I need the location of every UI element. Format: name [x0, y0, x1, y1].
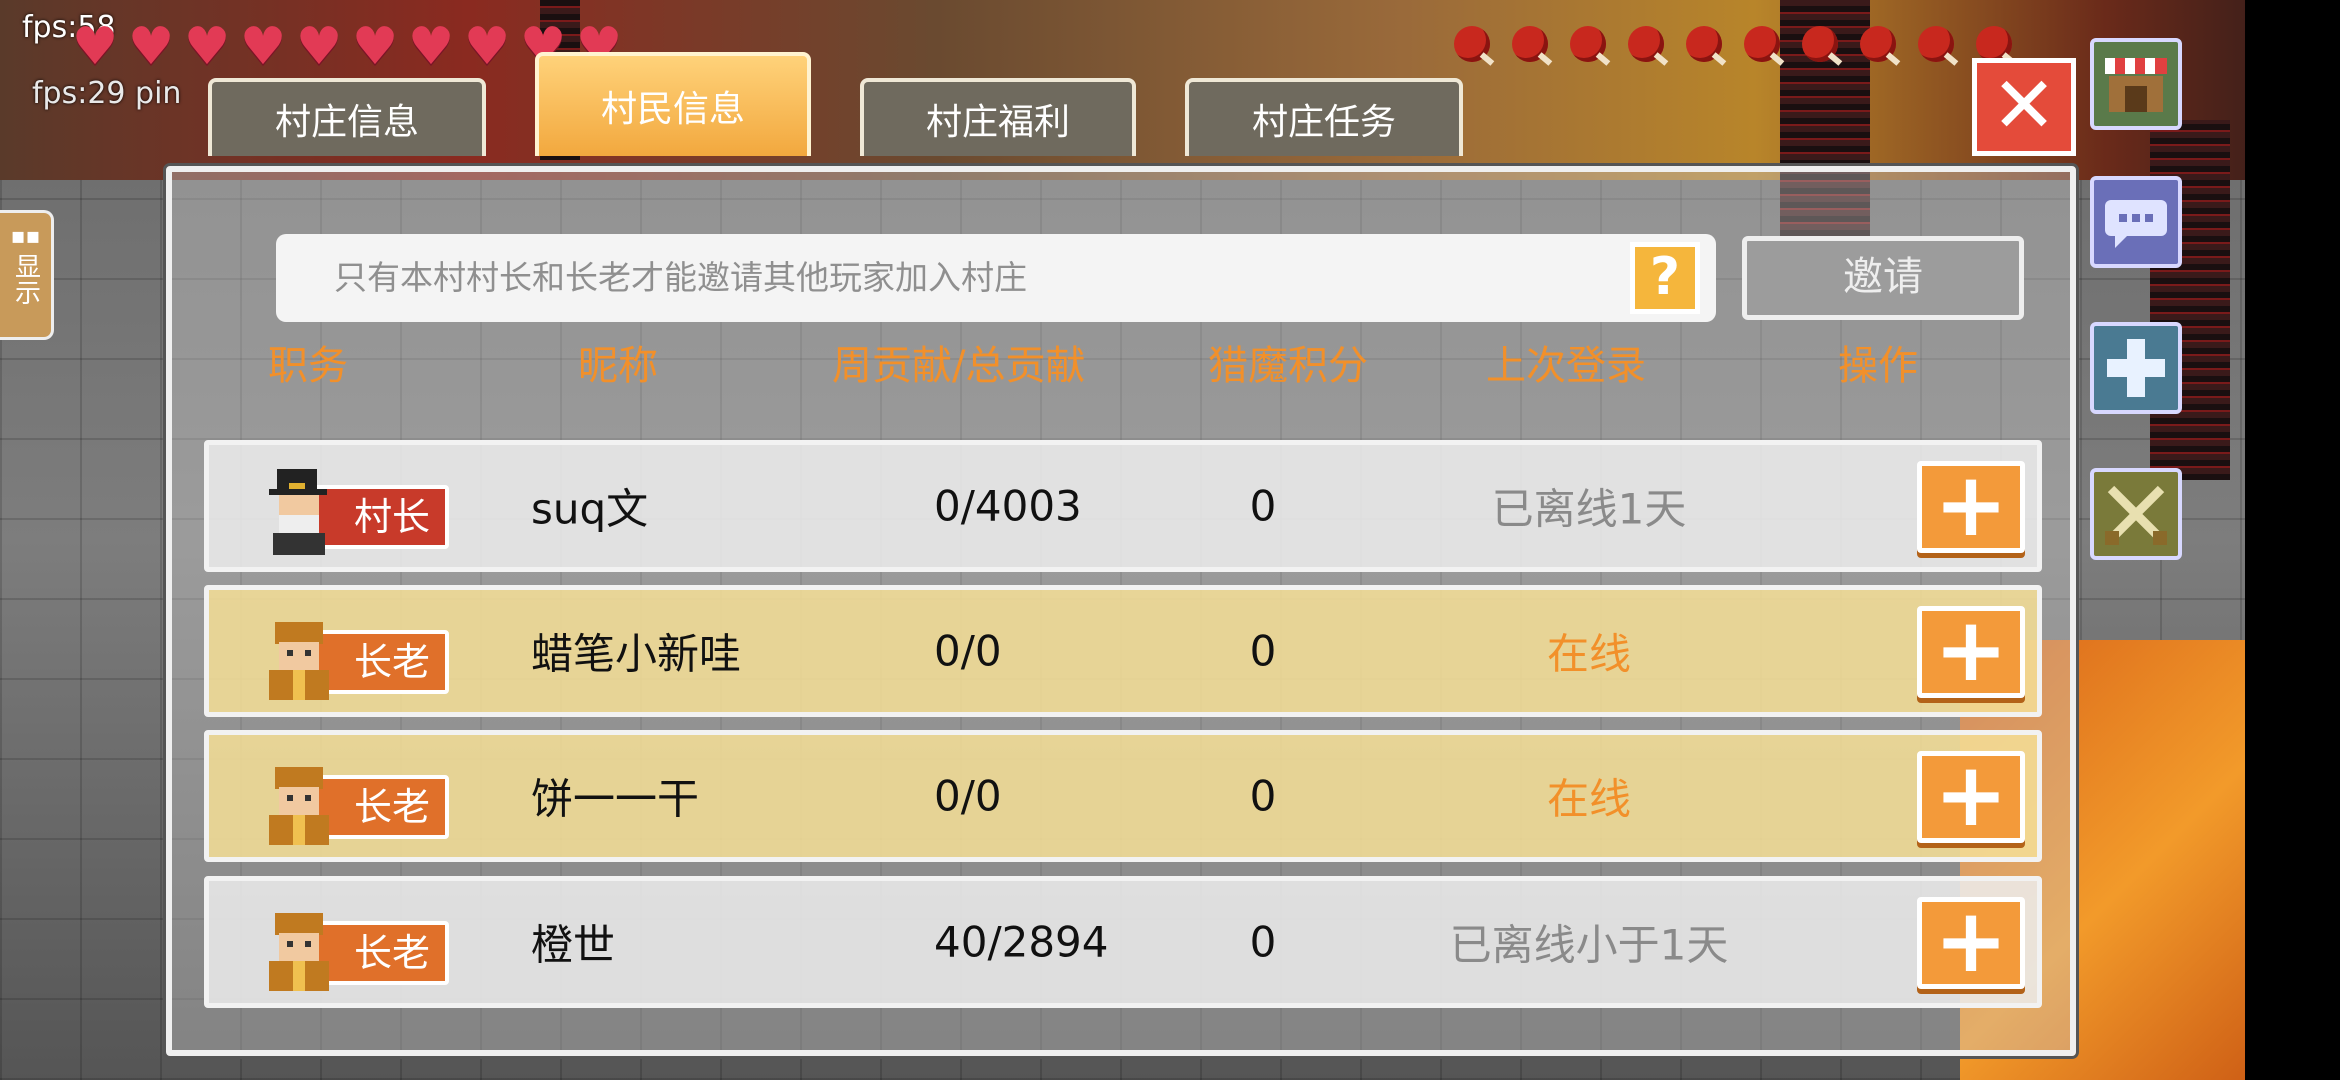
meat-icon: [1624, 22, 1676, 74]
heart-icon: ♥: [239, 17, 287, 77]
meat-icon: [1682, 22, 1734, 74]
heart-icon: ♥: [71, 17, 119, 77]
village-chief-avatar-icon: [269, 469, 327, 555]
role-badge: 长老: [263, 895, 453, 999]
meat-icon: [1450, 22, 1502, 74]
member-last-login: 在线: [1546, 629, 1632, 679]
meat-icon: [1740, 22, 1792, 74]
member-row: 村长 suq文 0/4003 0 已离线1天 +: [204, 440, 2042, 572]
heart-icon: ♥: [295, 17, 343, 77]
heart-icon: ♥: [351, 17, 399, 77]
shop-icon: [2105, 58, 2167, 112]
member-action-button[interactable]: +: [1917, 897, 2025, 989]
meat-icon: [1914, 22, 1966, 74]
member-last-login: 已离线小于1天: [1449, 920, 1729, 970]
shop-button[interactable]: [2090, 38, 2182, 130]
member-contribution: 0/4003: [934, 481, 1082, 531]
tab-village-benefits[interactable]: 村庄福利: [860, 78, 1136, 156]
tab-village-info[interactable]: 村庄信息: [208, 78, 486, 156]
invite-button[interactable]: 邀请: [1742, 236, 2024, 320]
member-row: 长老 饼一一干 0/0 0 在线 +: [204, 730, 2042, 862]
plus-icon: [2107, 339, 2165, 397]
elder-avatar-icon: [269, 767, 329, 845]
member-name: suq文: [531, 484, 649, 534]
invite-notice: 只有本村村长和长老才能邀请其他玩家加入村庄: [276, 234, 1716, 322]
show-chat-label: 显示: [10, 253, 41, 305]
battle-button[interactable]: [2090, 468, 2182, 560]
member-row: 长老 蜡笔小新哇 0/0 0 在线 +: [204, 585, 2042, 717]
member-hunt-points: 0: [1249, 771, 1277, 821]
elder-avatar-icon: [269, 913, 329, 991]
member-contribution: 0/0: [934, 771, 1002, 821]
member-hunt-points: 0: [1249, 481, 1277, 531]
member-hunt-points: 0: [1249, 917, 1277, 967]
member-row: 长老 橙世 40/2894 0 已离线小于1天 +: [204, 876, 2042, 1008]
add-button[interactable]: [2090, 322, 2182, 414]
background-pillar: [2150, 120, 2230, 480]
role-badge: 长老: [263, 604, 453, 708]
header-contribution: 周贡献/总贡献: [832, 343, 1086, 389]
elder-avatar-icon: [269, 622, 329, 700]
member-name: 饼一一干: [531, 774, 700, 824]
chat-button[interactable]: [2090, 176, 2182, 268]
role-badge: 村长: [263, 459, 453, 563]
header-role: 职务: [268, 343, 348, 389]
header-nickname: 昵称: [578, 343, 658, 389]
header-actions: 操作: [1838, 343, 1918, 389]
member-last-login: 已离线1天: [1491, 484, 1687, 534]
meat-icon: [1508, 22, 1560, 74]
crossed-swords-icon: [2105, 485, 2167, 545]
chat-bubble-icon: ▪▪: [10, 224, 41, 249]
fps-counter-secondary: fps:29 pin: [32, 76, 182, 111]
member-name: 橙世: [531, 920, 616, 970]
meat-icon: [1856, 22, 1908, 74]
screen-edge: [2245, 0, 2340, 1080]
help-button[interactable]: ?: [1630, 242, 1700, 314]
close-button[interactable]: ✕: [1972, 58, 2076, 156]
member-name: 蜡笔小新哇: [531, 629, 742, 679]
meat-icon: [1566, 22, 1618, 74]
role-label: 长老: [353, 785, 430, 829]
tab-villager-info[interactable]: 村民信息: [535, 52, 811, 156]
member-hunt-points: 0: [1249, 626, 1277, 676]
member-contribution: 0/0: [934, 626, 1002, 676]
role-badge: 长老: [263, 749, 453, 853]
chat-icon: [2105, 200, 2167, 248]
heart-icon: ♥: [407, 17, 455, 77]
show-chat-tab[interactable]: ▪▪ 显示: [0, 210, 54, 340]
meat-icon: [1798, 22, 1850, 74]
member-last-login: 在线: [1546, 774, 1632, 824]
member-contribution: 40/2894: [934, 917, 1109, 967]
header-last-login: 上次登录: [1486, 343, 1646, 389]
heart-icon: ♥: [127, 17, 175, 77]
hunger-bar: [1450, 22, 2024, 74]
heart-icon: ♥: [463, 17, 511, 77]
member-action-button[interactable]: +: [1917, 461, 2025, 553]
header-hunt-points: 猎魔积分: [1208, 343, 1368, 389]
tab-village-tasks[interactable]: 村庄任务: [1185, 78, 1463, 156]
role-label: 长老: [353, 640, 430, 684]
member-action-button[interactable]: +: [1917, 751, 2025, 843]
member-action-button[interactable]: +: [1917, 606, 2025, 698]
role-label: 村长: [353, 495, 430, 539]
heart-icon: ♥: [183, 17, 231, 77]
role-label: 长老: [353, 931, 430, 975]
